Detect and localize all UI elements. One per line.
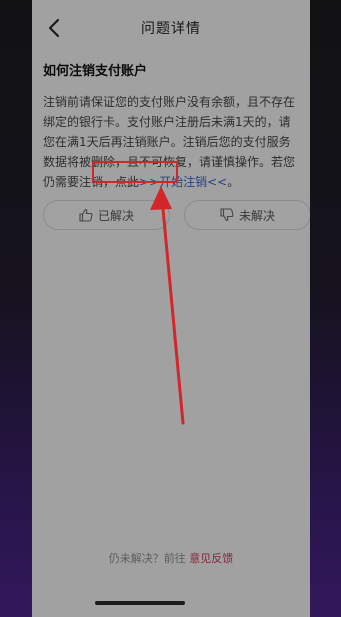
annotation-highlight-box (92, 161, 178, 183)
header-bar: 问题详情 (32, 0, 310, 58)
phone-screen: 问题详情 如何注销支付账户 注销前请保证您的支付账户没有余额，且不存在绑定的银行… (32, 0, 310, 617)
unsolved-button[interactable]: 未解决 (184, 200, 310, 230)
page-title: 问题详情 (141, 21, 201, 37)
solved-label: 已解决 (97, 208, 134, 223)
feedback-link[interactable]: 意见反馈 (189, 552, 233, 565)
footer-prefix: 仍未解决？前往 (108, 552, 186, 565)
answer-end: 。 (227, 175, 240, 189)
solved-button[interactable]: 已解决 (43, 200, 170, 230)
footer-feedback: 仍未解决？前往 意见反馈 (32, 550, 310, 566)
home-indicator (95, 601, 185, 605)
question-title: 如何注销支付账户 (43, 64, 148, 79)
thumbs-down-icon (220, 208, 234, 222)
thumbs-up-icon (79, 208, 93, 222)
unsolved-label: 未解决 (238, 208, 275, 223)
